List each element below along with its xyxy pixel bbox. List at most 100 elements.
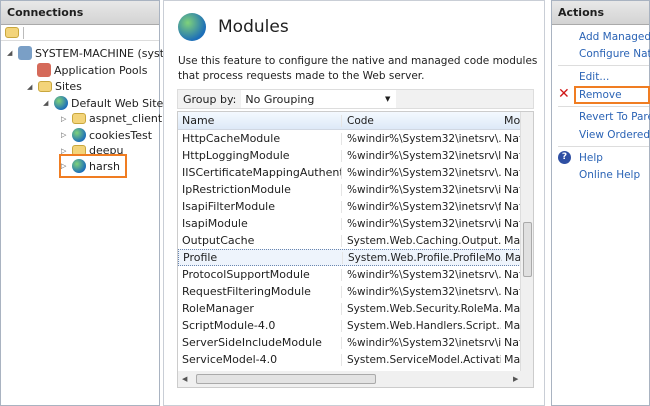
action-online-help[interactable]: Online Help [579,169,640,181]
column-header-code[interactable]: Code [341,114,501,127]
cell-module-type: Nat [504,217,521,230]
tree-item-default-web-site[interactable]: ◢ Default Web Site [43,96,163,110]
collapse-icon[interactable]: ◢ [43,99,51,107]
cell-module-type: Nat [504,268,521,281]
divider [558,65,649,66]
connections-toolbar [1,25,159,41]
tree-label: Sites [55,80,82,93]
table-row[interactable]: RoleManager System.Web.Security.RoleMa...… [178,300,533,317]
remove-icon: ✕ [558,86,570,102]
group-by-select[interactable]: No Grouping ▼ [241,90,397,108]
action-add-managed-module[interactable]: Add Managed M [579,31,650,43]
table-row[interactable]: RequestFilteringModule %windir%\System32\… [178,283,533,300]
cell-code: %windir%\System32\inetsrv\... [341,132,501,145]
scroll-thumb[interactable] [196,374,376,384]
tree-label: SYSTEM-MACHINE (syste [35,46,171,60]
connections-panel: Connections ◢ SYSTEM-MACHINE (syste Appli… [0,0,171,406]
scroll-thumb[interactable] [523,222,532,277]
table-row[interactable]: IsapiModule %windir%\System32\inetsrv\i..… [178,215,533,232]
cell-code: %windir%\System32\inetsrv\... [341,268,501,281]
tree-label: Application Pools [54,63,148,77]
table-row[interactable]: HttpLoggingModule %windir%\System32\inets… [178,147,533,164]
cell-name: ScriptModule-4.0 [182,319,276,332]
globe-icon [54,96,68,110]
cell-name: HttpCacheModule [182,132,281,145]
column-header-name[interactable]: Name [178,114,341,127]
web-app-icon [72,128,86,142]
tree-label: cookiesTest [89,128,153,142]
cell-module-type: Mar [505,251,522,264]
cell-name: HttpLoggingModule [182,149,290,162]
vertical-scrollbar[interactable] [520,112,533,372]
collapse-icon[interactable]: ◢ [27,83,35,91]
page-description: Use this feature to configure the native… [178,55,538,82]
title-text: Modules [218,17,289,37]
action-edit[interactable]: Edit... [579,71,609,83]
cell-code: System.Web.Security.RoleMa... [341,302,501,315]
cell-code: System.Web.Handlers.Script... [341,319,501,332]
cell-code: %windir%\System32\inetsrv\f... [341,200,501,213]
collapse-icon[interactable]: ◢ [7,49,15,57]
modules-table: Name Code Mo HttpCacheModule %windir%\Sys… [177,111,534,388]
table-row[interactable]: IISCertificateMappingAuthenti... %windir%… [178,164,533,181]
table-row[interactable]: ServerSideIncludeModule %windir%\System32… [178,334,533,351]
tree-item-cookiestest[interactable]: ▷ cookiesTest [61,128,152,142]
action-revert-to-parent[interactable]: Revert To Parer [579,111,650,123]
cell-name: IpRestrictionModule [182,183,291,196]
cell-name: RequestFilteringModule [182,285,311,298]
action-help[interactable]: Help [579,152,603,164]
cell-code: System.ServiceModel.Activati... [341,353,501,366]
tree-item-server[interactable]: ◢ SYSTEM-MACHINE (syste [7,46,171,60]
cell-module-type: Mar [504,234,521,247]
tree-label: aspnet_client [89,112,163,125]
cell-module-type: Nat [504,200,521,213]
expand-icon[interactable]: ▷ [61,115,69,123]
tree-label: Default Web Site [71,96,164,110]
chevron-down-icon: ▼ [385,95,391,103]
modules-icon [178,13,206,41]
tree-item-sites[interactable]: ◢ Sites [27,80,82,93]
cell-code: %windir%\System32\inetsrv\i... [341,183,501,196]
table-row[interactable]: ServiceModel-4.0 System.ServiceModel.Acti… [178,351,533,368]
folder-icon [72,113,86,124]
tree-item-application-pools[interactable]: Application Pools [37,63,147,77]
tree-item-aspnet-client[interactable]: ▷ aspnet_client [61,112,162,125]
table-row[interactable]: ScriptModule-4.0 System.Web.Handlers.Scri… [178,317,533,334]
cell-module-type: Nat [504,166,521,179]
horizontal-scrollbar[interactable]: ◀ ▶ [178,371,533,387]
group-by-value: No Grouping [245,92,315,106]
actions-header: Actions [552,1,649,25]
cell-name: IISCertificateMappingAuthenti... [182,166,341,179]
cell-module-type: Mar [504,302,521,315]
table-row[interactable]: Profile System.Web.Profile.ProfileMo... Ma… [178,249,533,266]
column-header-module-type[interactable]: Mo [501,114,521,127]
table-row[interactable]: HttpCacheModule %windir%\System32\inetsrv… [178,130,533,147]
cell-code: System.Web.Profile.ProfileMo... [342,251,502,264]
cell-module-type: Mar [504,353,521,366]
cell-module-type: Mar [504,319,521,332]
cell-name: ServiceModel-4.0 [182,353,278,366]
cell-code: %windir%\System32\inetsrv\l... [341,149,501,162]
action-configure-native-modules[interactable]: Configure Nativ [579,48,650,60]
table-row[interactable]: IpRestrictionModule %windir%\System32\ine… [178,181,533,198]
table-row[interactable]: ProtocolSupportModule %windir%\System32\i… [178,266,533,283]
modules-panel: Modules Use this feature to configure th… [163,0,545,406]
server-icon [18,46,32,60]
table-row[interactable]: OutputCache System.Web.Caching.Output... M… [178,232,533,249]
action-view-ordered-list[interactable]: View Ordered L [579,129,650,141]
cell-module-type: Nat [504,149,521,162]
divider [558,146,649,147]
table-row[interactable]: IsapiFilterModule %windir%\System32\inets… [178,198,533,215]
table-header: Name Code Mo [178,112,533,130]
cell-name: IsapiFilterModule [182,200,275,213]
scroll-right-icon[interactable]: ▶ [513,375,518,383]
scroll-left-icon[interactable]: ◀ [178,375,187,383]
expand-icon[interactable]: ▷ [61,131,69,139]
cell-code: %windir%\System32\inetsrv\i... [341,217,501,230]
actions-panel: Actions Add Managed M Configure Nativ Ed… [551,0,650,406]
connect-icon[interactable] [5,27,19,38]
cell-module-type: Nat [504,285,521,298]
toolbar-divider [23,26,24,39]
cell-code: %windir%\System32\inetsrv\... [341,166,501,179]
cell-name: ServerSideIncludeModule [182,336,322,349]
